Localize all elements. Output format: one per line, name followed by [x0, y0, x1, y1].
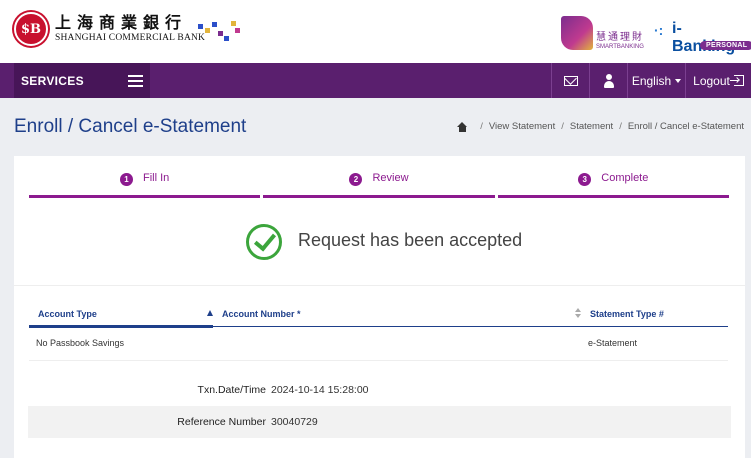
breadcrumb-view-statement[interactable]: View Statement	[489, 121, 555, 132]
bank-seal-icon: $B	[14, 12, 48, 46]
mail-icon	[563, 75, 578, 86]
services-label: SERVICES	[21, 73, 84, 88]
result-panel: Request has been accepted	[14, 198, 745, 286]
page-title: Enroll / Cancel e-Statement	[14, 116, 247, 137]
profile-button[interactable]	[589, 63, 627, 98]
services-menu-button[interactable]: SERVICES	[14, 63, 150, 98]
content-card: 1 Fill In 2 Review 3 Complete Request ha…	[14, 156, 745, 458]
step-label: Review	[372, 172, 409, 184]
step-number: 1	[120, 173, 134, 186]
user-icon	[603, 73, 615, 88]
success-check-icon	[246, 224, 282, 260]
account-table: Account Type Account Number * Statement …	[29, 301, 728, 361]
logout-label: Logout	[693, 73, 730, 88]
smartbanking-en: SMARTBANKING	[596, 44, 644, 50]
step-label: Fill In	[143, 172, 170, 184]
detail-label: Txn.Date/Time	[197, 384, 266, 396]
result-message: Request has been accepted	[298, 230, 523, 250]
detail-row-txn-date: Txn.Date/Time 2024-10-14 15:28:00	[28, 374, 731, 406]
sort-ascending-icon[interactable]	[207, 310, 213, 316]
cell-account-type: No Passbook Savings	[36, 338, 125, 348]
header-account-number[interactable]: Account Number *	[222, 309, 301, 319]
logout-icon	[729, 75, 744, 86]
detail-label: Reference Number	[177, 416, 266, 428]
nav-actions: English Logout	[551, 63, 751, 98]
bank-logo[interactable]: $B 上海商業銀行 SHANGHAI COMMERCIAL BANK	[14, 12, 205, 46]
transaction-details: Txn.Date/Time 2024-10-14 15:28:00 Refere…	[14, 374, 745, 438]
language-label: English	[631, 73, 672, 88]
smartbanking-mark-icon	[561, 16, 593, 50]
detail-value: 30040729	[271, 416, 318, 428]
breadcrumb: / View Statement / Statement / Enroll / …	[457, 121, 744, 132]
breadcrumb-current: Enroll / Cancel e-Statement	[627, 121, 744, 132]
step-label: Complete	[601, 172, 649, 184]
top-nav: SERVICES English Logout	[0, 63, 751, 98]
table-header: Account Type Account Number * Statement …	[29, 301, 728, 328]
ibanking-title: i-Banking	[672, 20, 735, 55]
sort-icon[interactable]	[575, 308, 581, 319]
step-complete: 3 Complete	[497, 172, 729, 198]
header-account-type[interactable]: Account Type	[38, 309, 97, 319]
cell-statement-type: e-Statement	[588, 338, 638, 348]
detail-value: 2024-10-14 15:28:00	[271, 384, 369, 396]
progress-steps: 1 Fill In 2 Review 3 Complete	[29, 172, 729, 198]
step-number: 3	[578, 173, 592, 186]
page-header: $B 上海商業銀行 SHANGHAI COMMERCIAL BANK 慧通理財 …	[0, 0, 751, 63]
ibanking-dots-icon: ·:	[654, 22, 664, 38]
decorative-dots-icon	[198, 18, 240, 42]
logout-button[interactable]: Logout	[685, 63, 751, 98]
detail-row-reference: Reference Number 30040729	[28, 406, 731, 438]
home-icon[interactable]	[457, 121, 468, 132]
step-fill-in: 1 Fill In	[29, 172, 261, 198]
header-statement-type[interactable]: Statement Type #	[590, 309, 664, 319]
breadcrumb-statement[interactable]: Statement	[570, 121, 613, 132]
bank-name-cn: 上海商業銀行	[55, 12, 188, 32]
caret-down-icon	[675, 78, 682, 83]
mail-button[interactable]	[551, 63, 589, 98]
step-number: 2	[349, 173, 363, 186]
step-review: 2 Review	[263, 172, 495, 198]
table-row: No Passbook Savings e-Statement	[29, 327, 728, 361]
bank-name-en: SHANGHAI COMMERCIAL BANK	[55, 32, 206, 43]
personal-badge: PERSONAL	[700, 41, 751, 50]
smartbanking-cn: 慧通理財	[596, 32, 644, 43]
language-dropdown[interactable]: English	[627, 63, 685, 98]
smartbanking-logo: 慧通理財 SMARTBANKING	[561, 16, 644, 50]
hamburger-icon	[128, 75, 143, 87]
